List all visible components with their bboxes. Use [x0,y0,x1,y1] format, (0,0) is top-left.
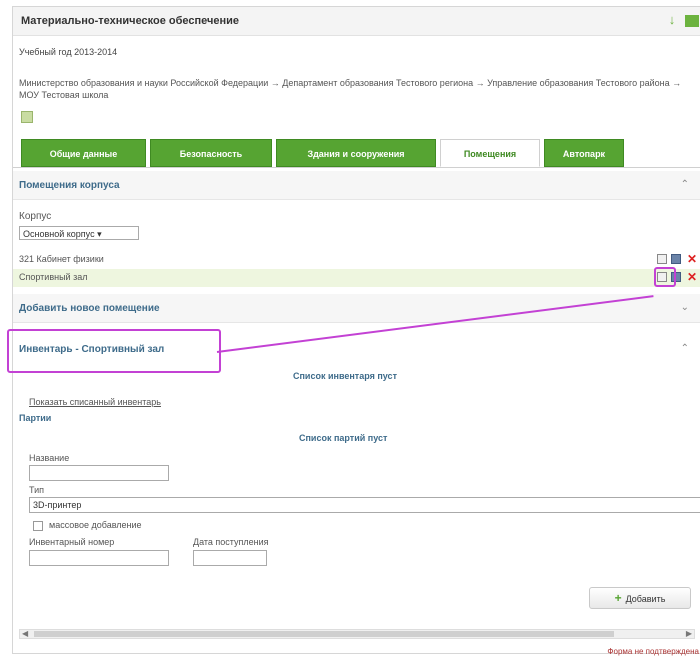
collapse-icon[interactable]: ⌃ [681,179,689,190]
tab-buildings[interactable]: Здания и сооружения [276,139,436,167]
empty-inventory-note: Список инвентаря пуст [293,371,397,381]
plus-icon: + [614,591,622,605]
tab-security[interactable]: Безопасность [150,139,272,167]
date-input[interactable] [193,550,267,566]
tab-bar: Общие данные Безопасность Здания и соору… [13,135,700,168]
empty-batches-note: Список партий пуст [299,433,388,443]
horizontal-scrollbar[interactable]: ◀ ▶ [19,629,695,639]
form-status: Форма не подтверждена [607,647,699,656]
scroll-thumb[interactable] [34,631,614,637]
room-row: Спортивный зал ✕ [13,269,700,287]
korpus-select-value: Основной корпус [23,229,95,239]
inv-number-label: Инвентарный номер [29,537,115,547]
document-icon[interactable] [21,111,33,123]
date-label: Дата поступления [193,537,269,547]
window-titlebar: Материально-техническое обеспечение ↓ [13,7,700,36]
mass-add-label: массовое добавление [49,520,142,530]
name-label: Название [29,453,70,463]
org-breadcrumb: Министерство образования и науки Российс… [19,78,682,100]
academic-year: Учебный год 2013-2014 [19,47,118,57]
tab-vehicles[interactable]: Автопарк [544,139,624,167]
tab-rooms[interactable]: Помещения [440,139,540,167]
type-select[interactable]: 3D-принтер [29,497,700,513]
batches-label: Партии [19,413,52,423]
window-title: Материально-техническое обеспечение [21,15,240,27]
room-row: 321 Кабинет физики ✕ [13,251,700,269]
mass-add-checkbox[interactable] [33,521,43,531]
room-name: Спортивный зал [19,272,88,282]
korpus-label: Корпус [19,211,52,222]
type-label: Тип [29,485,45,495]
scroll-left-icon[interactable]: ◀ [22,629,28,638]
highlight-marker [7,329,221,373]
rooms-section-header[interactable]: Помещения корпуса ⌃ [13,171,700,200]
delete-icon[interactable]: ✕ [687,252,697,266]
inventory-icon[interactable] [671,254,681,264]
inv-number-input[interactable] [29,550,169,566]
delete-icon[interactable]: ✕ [687,270,697,284]
add-room-section-title: Добавить новое помещение [19,303,160,314]
main-window: Материально-техническое обеспечение ↓ Уч… [7,6,700,656]
rooms-section-title: Помещения корпуса [19,180,120,191]
download-icon[interactable]: ↓ [665,13,679,27]
korpus-select[interactable]: Основной корпус ▾ [19,226,139,240]
highlight-marker [654,267,676,287]
chart-icon[interactable] [685,15,699,27]
collapse-icon[interactable]: ⌃ [681,343,689,354]
add-button-label: Добавить [625,594,666,604]
edit-icon[interactable] [657,254,667,264]
tab-general[interactable]: Общие данные [21,139,146,167]
expand-icon[interactable]: ⌄ [681,302,689,313]
scroll-right-icon[interactable]: ▶ [686,629,692,638]
show-written-off-link[interactable]: Показать списанный инвентарь [29,397,161,407]
add-room-section-header[interactable]: Добавить новое помещение ⌄ [13,294,700,323]
add-button[interactable]: + Добавить [589,587,691,609]
room-name: 321 Кабинет физики [19,254,104,264]
name-input[interactable] [29,465,169,481]
